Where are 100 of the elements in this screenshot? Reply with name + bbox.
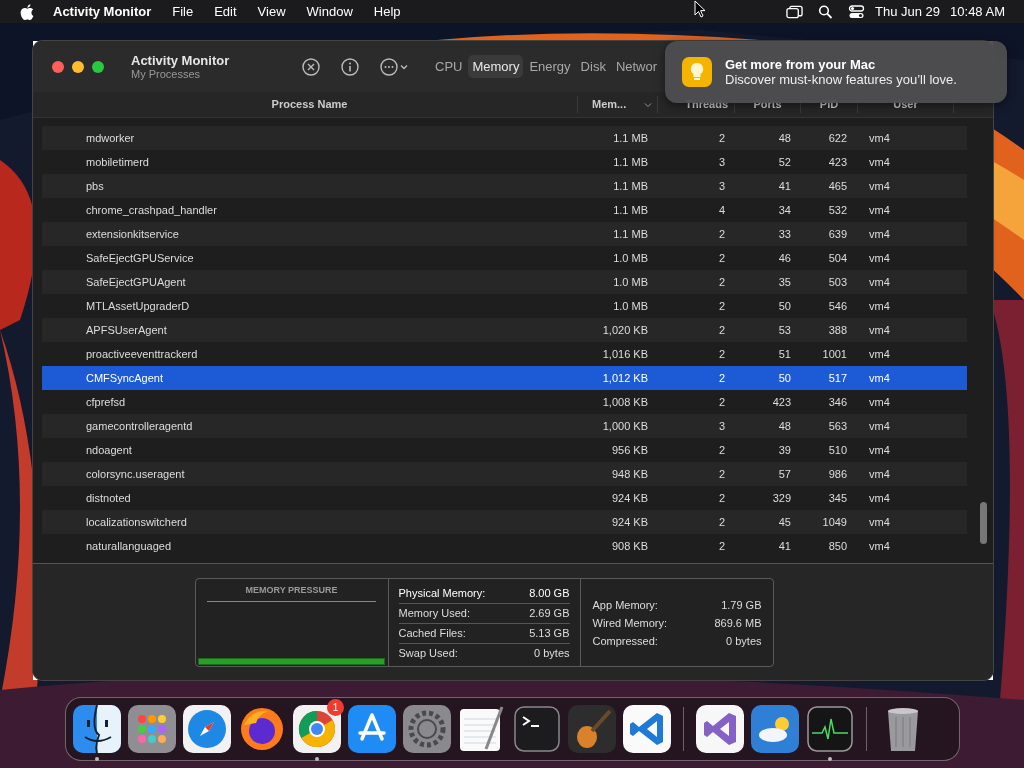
table-cell-text: 465 — [827, 180, 847, 192]
column-header[interactable]: Process Name — [42, 96, 578, 113]
windows-icon[interactable] — [786, 4, 803, 19]
table-row[interactable]: chrome_crashpad_handler 1.1 MB 4 34 532 vm4 — [42, 198, 967, 222]
table-cell-text: 1049 — [821, 516, 847, 528]
table-row[interactable]: colorsync.useragent 948 KB 2 57 986 vm4 — [42, 462, 967, 486]
lightbulb-icon — [682, 57, 712, 87]
table-cell-text: 50 — [777, 300, 791, 312]
notepad-icon[interactable] — [458, 705, 506, 753]
table-cell-text: 2 — [717, 468, 725, 480]
guitar-icon[interactable] — [568, 705, 616, 753]
finder-icon[interactable] — [73, 705, 121, 753]
menu-item[interactable]: File — [172, 4, 194, 19]
app-store-icon[interactable] — [348, 705, 396, 753]
chrome-icon[interactable] — [293, 705, 341, 753]
table-cell-text: 33 — [777, 228, 791, 240]
table-row[interactable]: mdworker 1.1 MB 2 48 622 vm4 — [42, 126, 967, 150]
visual-studio-icon[interactable] — [696, 705, 744, 753]
menu-time[interactable]: 10:48 AM — [950, 4, 1005, 19]
table-cell-text: 850 — [827, 540, 847, 552]
menu-item[interactable]: Edit — [214, 4, 237, 19]
process-name: SafeEjectGPUAgent — [85, 276, 187, 288]
table-row[interactable]: ndoagent 956 KB 2 39 510 vm4 — [42, 438, 967, 462]
table-row[interactable]: localizationswitcherd 924 KB 2 45 1049 vm4 — [42, 510, 967, 534]
table-row[interactable]: extensionkitservice 1.1 MB 2 33 639 vm4 — [42, 222, 967, 246]
menu-item[interactable]: Help — [373, 4, 401, 19]
control-center-icon[interactable] — [848, 4, 865, 19]
process-name: distnoted — [85, 492, 132, 504]
table-cell-text: vm4 — [868, 132, 890, 144]
table-cell-text: 41 — [777, 540, 791, 552]
menu-item[interactable]: Window — [306, 4, 353, 19]
search-icon[interactable] — [817, 4, 834, 19]
tab[interactable]: Disk — [576, 55, 610, 78]
scrollbar-thumb[interactable] — [980, 502, 987, 544]
code-editor-icon[interactable] — [623, 705, 671, 753]
window-subtitle: My Processes — [131, 68, 202, 80]
launchpad-icon[interactable] — [128, 705, 176, 753]
table-cell-text: 1,000 KB — [601, 420, 648, 432]
table-row[interactable]: naturallanguaged 908 KB 2 41 850 vm4 — [42, 534, 967, 558]
table-row[interactable]: pbs 1.1 MB 3 41 465 vm4 — [42, 174, 967, 198]
apple-logo-icon[interactable] — [20, 3, 34, 20]
table-cell-text: 622 — [827, 132, 847, 144]
stat-label: Compressed: — [592, 634, 658, 647]
tab[interactable]: CPU — [431, 55, 467, 78]
info-icon[interactable] — [340, 56, 360, 77]
table-row[interactable]: cfprefsd 1,008 KB 2 423 346 vm4 — [42, 390, 967, 414]
terminal-icon[interactable] — [513, 705, 561, 753]
table-row[interactable]: mobiletimerd 1.1 MB 3 52 423 vm4 — [42, 150, 967, 174]
minimize-window-button[interactable] — [72, 60, 84, 73]
activity-graph-icon[interactable] — [806, 705, 854, 753]
process-name: pbs — [85, 180, 105, 192]
table-cell-text: 35 — [777, 276, 791, 288]
table-cell-text: 34 — [777, 204, 791, 216]
menu-item[interactable]: View — [257, 4, 286, 19]
table-cell-text: vm4 — [868, 420, 890, 432]
stop-process-icon[interactable] — [301, 56, 321, 77]
process-name: naturallanguaged — [85, 540, 173, 552]
table-row[interactable]: distnoted 924 KB 2 329 345 vm4 — [42, 486, 967, 510]
compass-icon[interactable] — [183, 705, 231, 753]
notification-title: Get more from your Mac — [725, 57, 877, 72]
table-row[interactable]: SafeEjectGPUService 1.0 MB 2 46 504 vm4 — [42, 246, 967, 270]
gear-icon[interactable] — [403, 705, 451, 753]
stat-value: 2.69 GB — [529, 607, 570, 619]
table-cell-text: 1,008 KB — [601, 396, 648, 408]
table-cell-text: 4 — [717, 204, 725, 216]
zoom-window-button[interactable] — [92, 60, 104, 73]
table-cell-text: 45 — [777, 516, 791, 528]
table-cell-text: 2 — [717, 324, 725, 336]
tab[interactable]: Networ — [611, 55, 662, 78]
table-cell-text: vm4 — [868, 396, 890, 408]
table-cell-text: 924 KB — [610, 516, 648, 528]
table-cell-text: vm4 — [868, 516, 890, 528]
tab[interactable]: Memory — [468, 55, 524, 78]
close-window-button[interactable] — [52, 60, 64, 73]
table-cell-text: 517 — [827, 372, 847, 384]
column-header[interactable]: Mem... — [578, 96, 658, 113]
table-row[interactable]: CMFSyncAgent 1,012 KB 2 50 517 vm4 — [42, 366, 967, 390]
menu-app-name[interactable]: Activity Monitor — [53, 4, 152, 19]
table-row[interactable]: APFSUserAgent 1,020 KB 2 53 388 vm4 — [42, 318, 967, 342]
more-options-icon[interactable] — [379, 56, 409, 77]
table-row[interactable]: MTLAssetUpgraderD 1.0 MB 2 50 546 vm4 — [42, 294, 967, 318]
process-name: localizationswitcherd — [85, 516, 188, 528]
table-cell-text: 504 — [827, 252, 847, 264]
weather-icon[interactable] — [751, 705, 799, 753]
process-name: gamecontrolleragentd — [85, 420, 194, 432]
table-cell-text: 423 — [771, 396, 791, 408]
table-cell-text: 1.1 MB — [612, 228, 648, 240]
table-cell-text: 2 — [717, 540, 725, 552]
table-cell-text: 57 — [777, 468, 791, 480]
table-cell-text: 1.0 MB — [612, 276, 648, 288]
tab[interactable]: Energy — [525, 55, 575, 78]
table-cell-text: 39 — [777, 444, 791, 456]
table-row[interactable]: gamecontrolleragentd 1,000 KB 3 48 563 vm4 — [42, 414, 967, 438]
notification-toast[interactable]: Get more from your Mac Discover must-know features you’ll love. — [665, 41, 1007, 103]
table-row[interactable]: SafeEjectGPUAgent 1.0 MB 2 35 503 vm4 — [42, 270, 967, 294]
menu-date[interactable]: Thu Jun 29 — [875, 4, 941, 19]
table-cell-text: 503 — [827, 276, 847, 288]
table-row[interactable]: proactiveeventtrackerd 1,016 KB 2 51 1001 vm4 — [42, 342, 967, 366]
table-cell-text: 2 — [717, 444, 725, 456]
table-cell-text: 1.0 MB — [612, 300, 648, 312]
